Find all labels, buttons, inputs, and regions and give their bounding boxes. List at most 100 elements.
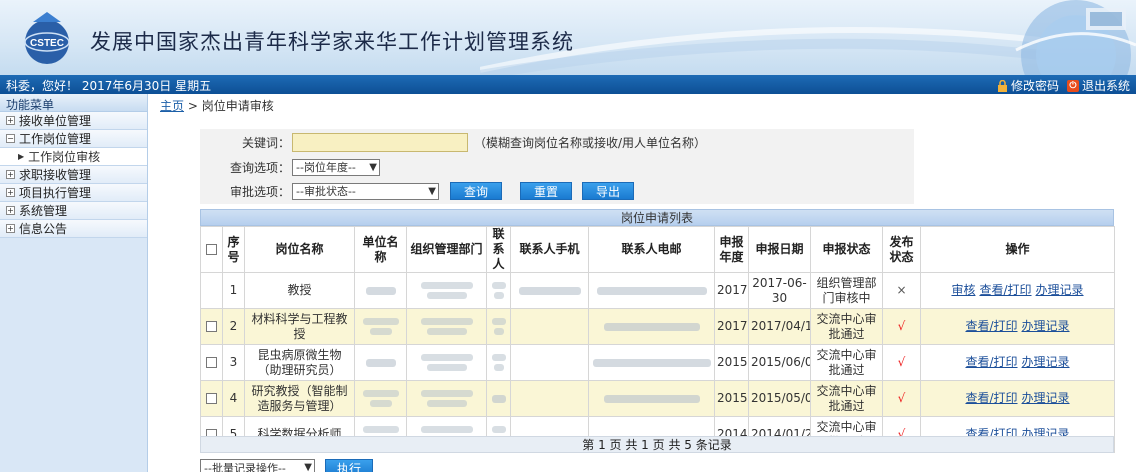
status-select-value: --审批状态-- [296,185,356,198]
contact-redacted [486,344,511,381]
sidebar-subitem-position-review[interactable]: ▶ 工作岗位审核 [0,148,147,166]
app-title: 发展中国家杰出青年科学家来华工作计划管理系统 [90,30,574,54]
breadcrumb-home-link[interactable]: 主页 [160,99,184,113]
sidebar-item-label: 求职接收管理 [19,168,92,182]
row-checkbox[interactable] [206,393,217,404]
view-print-link[interactable]: 查看/打印 [979,283,1031,297]
phone-empty [510,344,589,381]
globe-decoration [1015,0,1136,75]
sidebar-item-job-application[interactable]: + 求职接收管理 [0,166,147,184]
position-name: 昆虫病原微生物（助理研究员） [244,344,355,381]
logo-text: CSTEC [30,38,64,49]
power-icon: ⏻ [1066,79,1079,92]
lock-icon [997,79,1007,92]
row-number: 3 [222,344,245,381]
query-button[interactable]: 查询 [450,182,502,200]
sidebar-item-label: 系统管理 [19,204,68,218]
column-header: 联系人电邮 [588,226,715,273]
report-year: 2017 [714,272,749,309]
publish-status: √ [882,380,921,417]
logout-label: 退出系统 [1081,79,1130,93]
sidebar-item-job-positions[interactable]: − 工作岗位管理 [0,130,147,148]
reset-button[interactable]: 重置 [520,182,572,200]
approve-option-label: 审批选项： [229,184,290,199]
publish-status: × [882,272,921,309]
row-checkbox[interactable] [206,357,217,368]
execute-button[interactable]: 执行 [325,459,373,472]
row-actions: 查看/打印 办理记录 [920,344,1115,381]
sidebar-item-label: 项目执行管理 [19,186,92,200]
pagination-info: 第 1 页 共 1 页 共 5 条记录 [200,436,1114,453]
row-actions: 查看/打印 办理记录 [920,308,1115,345]
org-dept-redacted [406,272,487,309]
bulk-actions: --批量记录操作-- ▼ 执行 [200,459,373,472]
report-status: 交流中心审批通过 [810,308,883,345]
status-select[interactable]: --审批状态-- ▼ [292,182,439,200]
row-checkbox[interactable] [206,321,217,332]
phone-empty [510,380,589,417]
row-number: 1 [222,272,245,309]
position-name: 研究教授（智能制造服务与管理） [244,380,355,417]
publish-status: √ [882,344,921,381]
report-date: 2017/04/13 [748,308,811,345]
expand-icon: + [6,170,15,179]
app-header: CSTEC 发展中国家杰出青年科学家来华工作计划管理系统 [0,0,1136,75]
report-year: 2015 [714,380,749,417]
view-print-link[interactable]: 查看/打印 [965,391,1017,405]
year-select-value: --岗位年度-- [296,161,356,174]
phone-empty [510,308,589,345]
application-table: 序号 岗位名称 单位名称 组织管理部门 联系人 联系人手机 联系人电邮 申报年度… [200,226,1115,453]
unit-name-redacted [354,380,407,417]
position-name: 材料科学与工程教授 [244,308,355,345]
keyword-label: 关键词： [241,135,290,150]
breadcrumb: 主页 > 岗位申请审核 [160,97,274,114]
chevron-down-icon: ▼ [304,462,312,472]
status-bar: 科委，您好！ 2017年6月30日 星期五 修改密码 ⏻ 退出系统 [0,75,1136,94]
sidebar-item-system[interactable]: + 系统管理 [0,202,147,220]
bulk-operation-select[interactable]: --批量记录操作-- ▼ [200,459,315,472]
column-header: 联系人 [486,226,511,273]
view-print-link[interactable]: 查看/打印 [965,319,1017,333]
expand-icon: + [6,224,15,233]
table-row: 3 昆虫病原微生物（助理研究员） 2015 2015/06/02 交流中心审批通… [200,344,1115,381]
unit-name-redacted [354,344,407,381]
unit-name-redacted [354,308,407,345]
breadcrumb-current: 岗位申请审核 [201,99,274,113]
chevron-down-icon: ▼ [369,161,377,173]
query-option-label: 查询选项： [229,160,290,175]
select-all-checkbox[interactable] [206,244,217,255]
greeting-text: 科委，您好！ 2017年6月30日 星期五 [6,79,212,93]
export-button[interactable]: 导出 [582,182,634,200]
email-redacted [588,380,715,417]
unit-name-redacted [354,272,407,309]
column-header: 单位名称 [354,226,407,273]
sidebar-subitem-label: 工作岗位审核 [28,150,101,164]
sidebar-item-announcements[interactable]: + 信息公告 [0,220,147,238]
publish-status: √ [882,308,921,345]
filter-panel: 关键词： （模糊查询岗位名称或接收/用人单位名称） 查询选项： --岗位年度--… [200,129,914,204]
history-link[interactable]: 办理记录 [1022,391,1070,405]
view-print-link[interactable]: 查看/打印 [965,355,1017,369]
report-status: 交流中心审批通过 [810,380,883,417]
review-link[interactable]: 审核 [951,283,975,297]
table-row: 1 教授 2017 2017-06-30 组织管理部门审核中 × 审核 查看/打印… [200,272,1115,309]
sidebar-heading: 功能菜单 [0,94,147,112]
sidebar-item-label: 接收单位管理 [19,114,92,128]
triangle-right-icon: ▶ [18,152,25,161]
change-password-link[interactable]: 修改密码 [997,77,1059,94]
chevron-down-icon: ▼ [428,185,436,197]
year-select[interactable]: --岗位年度-- ▼ [292,158,380,176]
history-link[interactable]: 办理记录 [1022,355,1070,369]
report-status: 交流中心审批通过 [810,344,883,381]
sidebar-item-label: 信息公告 [19,222,68,236]
history-link[interactable]: 办理记录 [1022,319,1070,333]
bulk-select-value: --批量记录操作-- [204,461,286,472]
position-name: 教授 [244,272,355,309]
keyword-input[interactable] [292,132,468,152]
sidebar-item-receiving-units[interactable]: + 接收单位管理 [0,112,147,130]
org-dept-redacted [406,344,487,381]
history-link[interactable]: 办理记录 [1036,283,1084,297]
column-header: 操作 [920,226,1115,273]
sidebar-item-project-execution[interactable]: + 项目执行管理 [0,184,147,202]
logout-link[interactable]: ⏻ 退出系统 [1066,77,1130,94]
